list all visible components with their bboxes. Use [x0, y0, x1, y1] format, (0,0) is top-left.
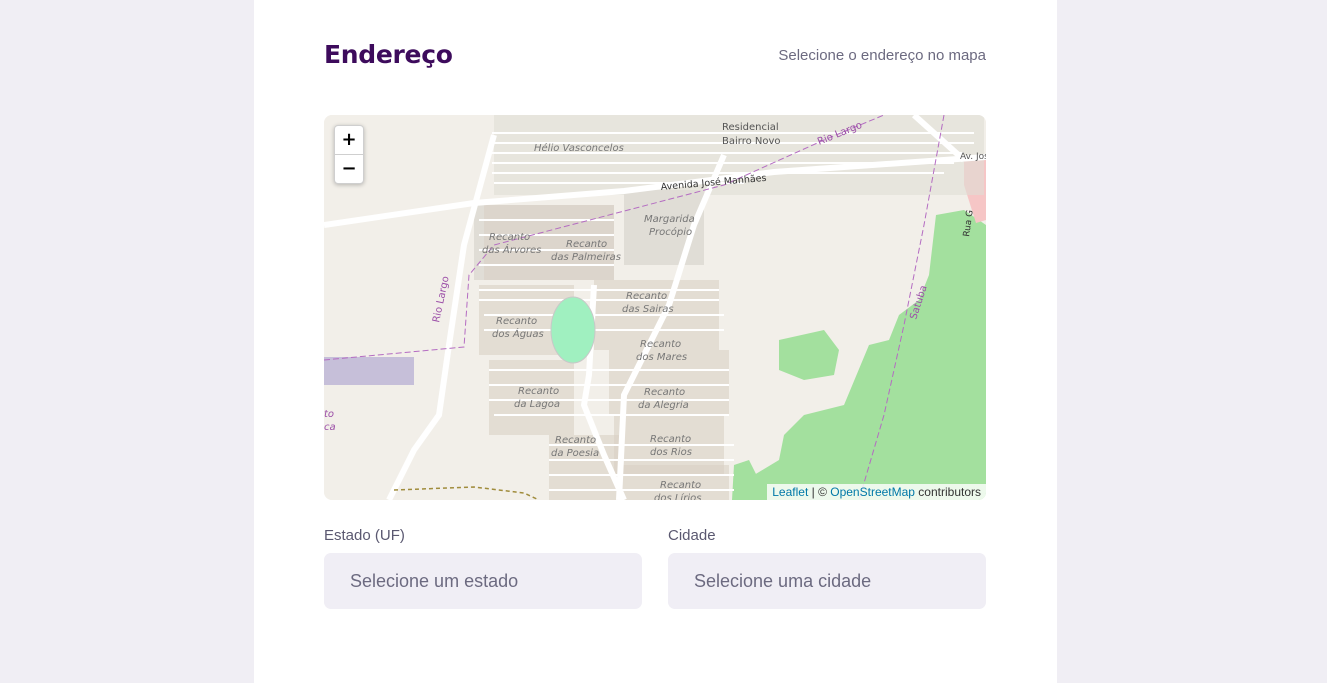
map-label-lirios-2: dos Lírios	[654, 492, 701, 500]
map-label-helio: Hélio Vasconcelos	[534, 142, 624, 154]
cidade-placeholder: Selecione uma cidade	[694, 571, 872, 591]
map-label-rio-largo-left: Rio Largo	[431, 275, 452, 323]
map-label-mares-1: Recanto	[640, 339, 681, 350]
map-attribution: Leaflet | © OpenStreetMap contributors	[767, 484, 986, 500]
map-label-left-cut-1: to	[324, 409, 334, 420]
estado-placeholder: Selecione um estado	[350, 571, 519, 591]
map-label-alegria-1: Recanto	[644, 387, 685, 398]
map-label-lagoa-1: Recanto	[518, 386, 559, 397]
map-label-mares-2: dos Mares	[636, 352, 687, 363]
osm-link[interactable]: OpenStreetMap	[830, 485, 915, 499]
map-label-palmeiras-1: Recanto	[566, 239, 607, 250]
map-label-rio-largo-top: Rio Largo	[816, 120, 864, 148]
map-label-av-jo: Av. Jos	[960, 152, 986, 162]
address-map[interactable]: Residencial Bairro Novo Rio Largo Av. Jo…	[324, 115, 986, 500]
map-label-rios-1: Recanto	[650, 434, 691, 445]
map-label-margarida-1: Margarida	[644, 214, 695, 225]
map-label-sairas-2: das Sairas	[622, 304, 674, 315]
page-title: Endereço	[324, 40, 453, 69]
map-label-rios-2: dos Rios	[650, 447, 692, 458]
map-label-poesia-2: da Poesia	[551, 448, 599, 459]
map-label-residencial: Residencial	[722, 122, 779, 133]
map-label-aguas-2: dos Águas	[492, 327, 544, 340]
map-label-poesia-1: Recanto	[555, 435, 596, 446]
map-label-sairas-1: Recanto	[626, 291, 667, 302]
map-label-arvores-1: Recanto	[489, 232, 530, 243]
zoom-control: + −	[334, 125, 364, 184]
map-label-avenida: Avenida José Manhães	[660, 173, 767, 193]
cidade-select[interactable]: Selecione uma cidade	[668, 553, 986, 609]
leaflet-link[interactable]: Leaflet	[772, 485, 808, 499]
map-label-bairro-novo: Bairro Novo	[722, 136, 781, 147]
map-label-left-cut-2: ca	[324, 422, 336, 433]
map-label-lagoa-2: da Lagoa	[514, 399, 560, 410]
address-header: Endereço Selecione o endereço no mapa	[324, 40, 986, 74]
map-label-satuba: Satuba	[908, 284, 929, 321]
estado-label: Estado (UF)	[324, 527, 405, 544]
map-labels: Residencial Bairro Novo Rio Largo Av. Jo…	[324, 120, 986, 500]
estado-select[interactable]: Selecione um estado	[324, 553, 642, 609]
map-label-palmeiras-2: das Palmeiras	[551, 252, 621, 263]
address-card: Endereço Selecione o endereço no mapa Re…	[254, 0, 1057, 683]
map-label-alegria-2: da Alegria	[638, 400, 689, 411]
map-label-rua-g: Rua G	[962, 209, 976, 237]
cidade-label: Cidade	[668, 527, 716, 544]
zoom-in-button[interactable]: +	[335, 126, 363, 154]
zoom-out-button[interactable]: −	[335, 154, 363, 183]
attribution-contributors: contributors	[914, 485, 981, 499]
map-label-lirios-1: Recanto	[660, 480, 701, 491]
map-hint: Selecione o endereço no mapa	[778, 47, 986, 64]
attribution-separator: | ©	[808, 485, 831, 499]
map-label-margarida-2: Procópio	[649, 226, 692, 238]
map-label-arvores-2: das Árvores	[482, 243, 541, 256]
map-label-aguas-1: Recanto	[496, 316, 537, 327]
